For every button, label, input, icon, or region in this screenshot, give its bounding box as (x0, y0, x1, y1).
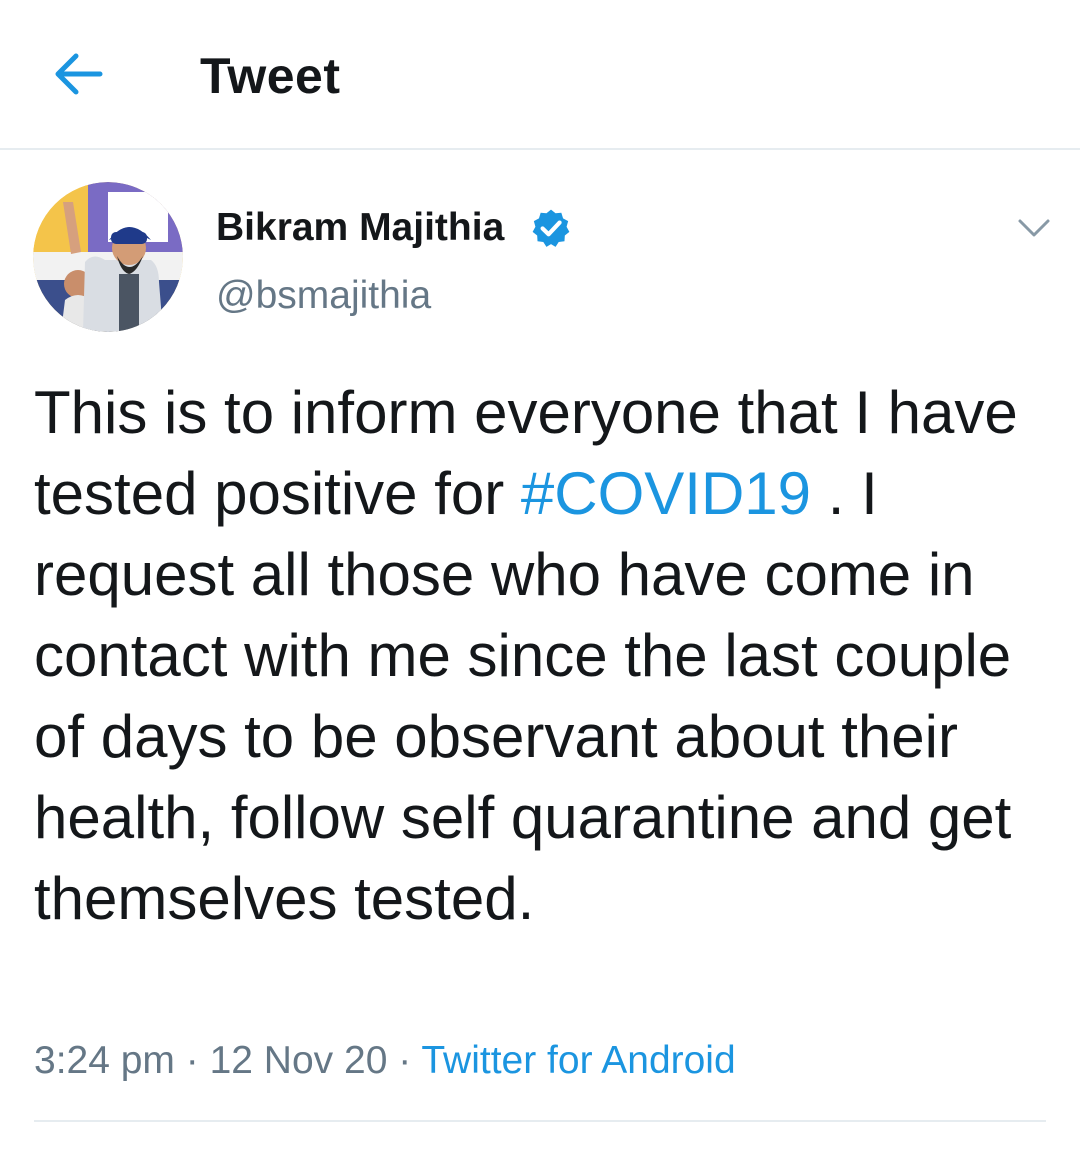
tweet-source-link[interactable]: Twitter for Android (421, 1039, 735, 1082)
hashtag-link[interactable]: #COVID19 (521, 460, 811, 527)
arrow-left-icon (55, 53, 103, 95)
chevron-down-icon (1018, 219, 1050, 237)
author-handle[interactable]: @bsmajithia (216, 272, 431, 320)
back-button[interactable] (36, 42, 120, 106)
tweet-text-after: . I request all those who have come in c… (34, 460, 1012, 932)
author-name[interactable]: Bikram Majithia (216, 204, 504, 252)
avatar[interactable] (33, 182, 183, 332)
tweet-date: 12 Nov 20 (209, 1039, 388, 1082)
verified-badge-icon (532, 209, 570, 247)
meta-separator: · (174, 1039, 210, 1082)
tweet-menu-button[interactable] (1010, 204, 1058, 252)
tweet-text: This is to inform everyone that I have t… (34, 372, 1064, 939)
top-bar: Tweet (0, 0, 1080, 150)
avatar-photo (33, 182, 183, 332)
tweet-page: Tweet Bikram Majithia @bsmajithia This i… (0, 0, 1080, 1163)
meta-separator: · (387, 1039, 422, 1082)
tweet-time: 3:24 pm (34, 1039, 175, 1082)
divider (34, 1120, 1046, 1122)
tweet-meta: 3:24 pm · 12 Nov 20 · Twitter for Androi… (34, 1036, 736, 1086)
page-title: Tweet (200, 48, 341, 104)
